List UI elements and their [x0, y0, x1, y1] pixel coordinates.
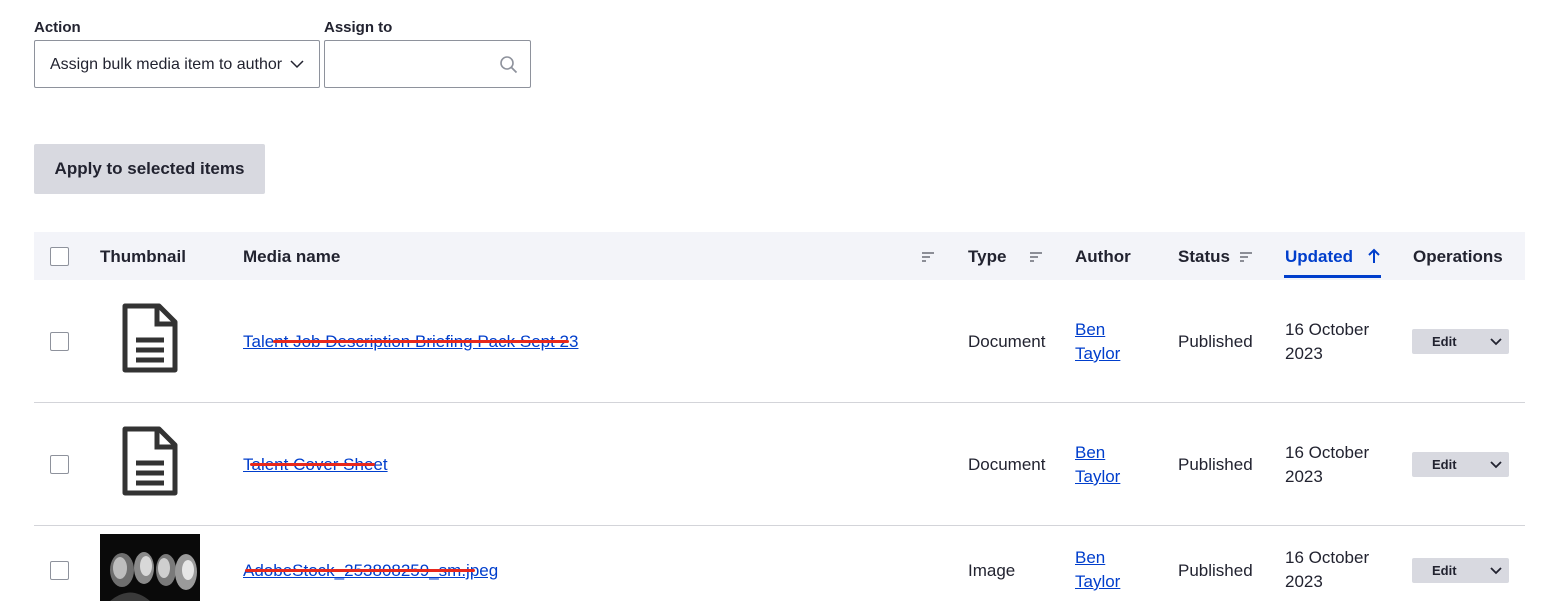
table-row: Talent Cover Sheet Document Ben Taylor P… [34, 403, 1525, 526]
chevron-down-icon[interactable] [1490, 336, 1502, 347]
header-updated[interactable]: Updated [1285, 247, 1353, 267]
action-select-value: Assign bulk media item to author [50, 56, 283, 73]
row-select-checkbox[interactable] [50, 455, 69, 474]
chevron-down-icon[interactable] [1490, 565, 1502, 576]
action-select[interactable]: Assign bulk media item to author [34, 40, 320, 88]
redaction-mark [273, 340, 569, 343]
header-media-name[interactable]: Media name [243, 247, 340, 267]
header-author: Author [1075, 247, 1131, 266]
header-type[interactable]: Type [968, 247, 1006, 267]
header-thumbnail: Thumbnail [100, 247, 186, 266]
redaction-mark [250, 463, 375, 466]
action-label: Action [34, 19, 81, 36]
media-type: Image [968, 561, 1016, 580]
sort-icon[interactable] [1030, 252, 1042, 262]
header-status[interactable]: Status [1178, 247, 1230, 267]
row-select-checkbox[interactable] [50, 561, 69, 580]
updated-date: 16 October 2023 [1285, 443, 1370, 486]
select-all-checkbox[interactable] [50, 247, 69, 266]
edit-button[interactable]: Edit [1432, 334, 1457, 349]
sort-ascending-arrow-icon[interactable] [1367, 248, 1381, 264]
assign-to-autocomplete-input[interactable] [324, 40, 531, 88]
assign-to-label: Assign to [324, 19, 393, 36]
row-select-checkbox[interactable] [50, 332, 69, 351]
status-text: Published [1178, 332, 1253, 351]
table-header: Thumbnail Media name Type Author Status … [34, 232, 1525, 280]
faces-photo-image [100, 534, 200, 601]
image-thumbnail [100, 534, 200, 601]
edit-button[interactable]: Edit [1432, 457, 1457, 472]
media-type: Document [968, 455, 1046, 474]
apply-to-selected-button[interactable]: Apply to selected items [34, 144, 265, 194]
document-icon [122, 303, 178, 373]
table-row: Talent Job Description Briefing Pack Sep… [34, 280, 1525, 403]
edit-button[interactable]: Edit [1432, 563, 1457, 578]
chevron-down-icon[interactable] [1490, 459, 1502, 470]
author-link[interactable]: Ben Taylor [1075, 546, 1120, 594]
document-icon [122, 426, 178, 496]
sort-icon[interactable] [1240, 252, 1252, 262]
table-row: AdobeStock_253808259_sm.jpeg Image Ben T… [34, 526, 1525, 605]
status-text: Published [1178, 455, 1253, 474]
search-icon [500, 56, 518, 74]
redaction-mark [245, 569, 475, 572]
header-operations: Operations [1413, 247, 1503, 266]
operations-dropbutton: Edit [1412, 452, 1509, 477]
chevron-down-icon [290, 60, 304, 69]
operations-dropbutton: Edit [1412, 558, 1509, 583]
status-text: Published [1178, 561, 1253, 580]
operations-dropbutton: Edit [1412, 329, 1509, 354]
media-type: Document [968, 332, 1046, 351]
updated-date: 16 October 2023 [1285, 548, 1370, 591]
author-link[interactable]: Ben Taylor [1075, 318, 1120, 366]
updated-date: 16 October 2023 [1285, 320, 1370, 363]
author-link[interactable]: Ben Taylor [1075, 441, 1120, 489]
active-sort-indicator [1284, 275, 1381, 278]
sort-icon[interactable] [922, 252, 934, 262]
